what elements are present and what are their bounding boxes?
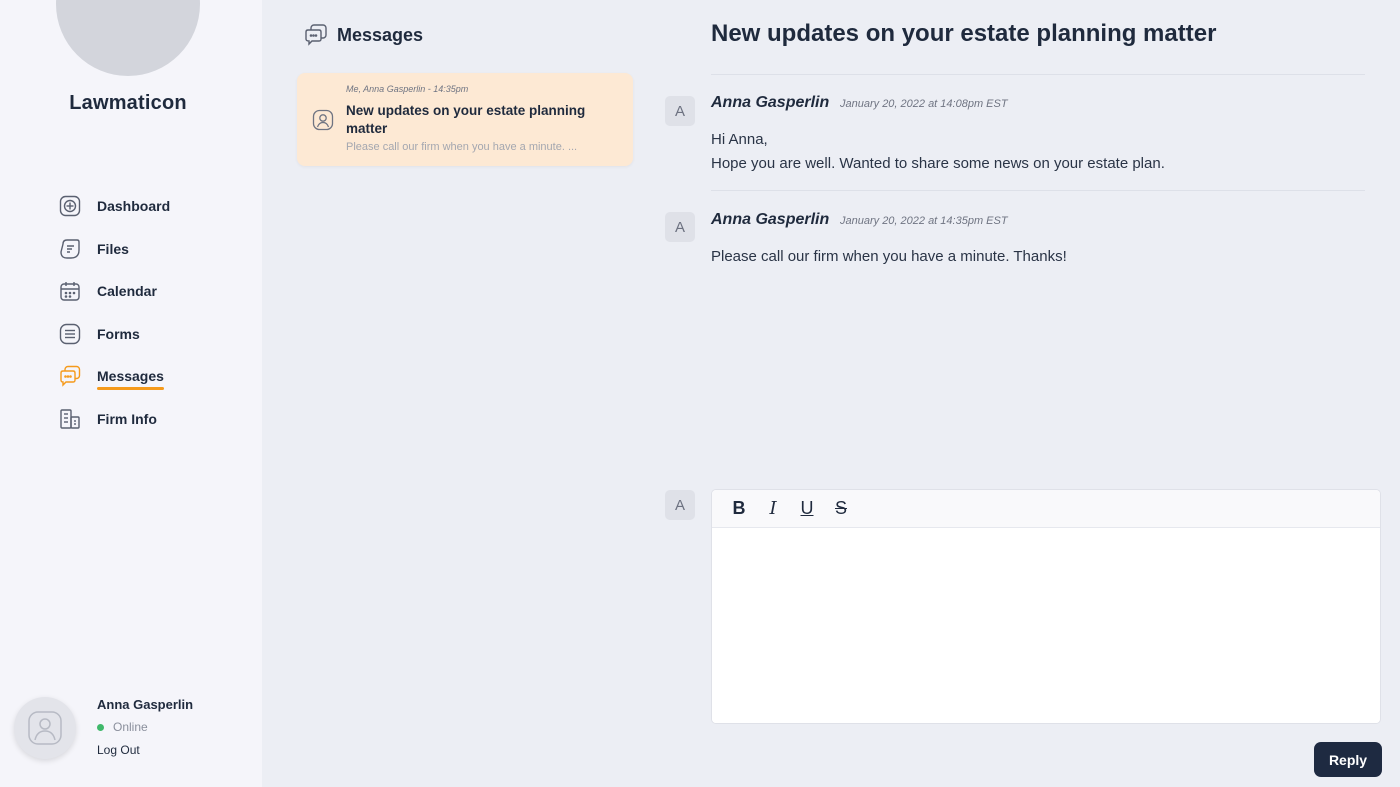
bold-button[interactable]: B xyxy=(722,494,756,524)
online-indicator xyxy=(97,723,104,731)
user-avatar-icon xyxy=(28,711,62,745)
message-timestamp: January 20, 2022 at 14:08pm EST xyxy=(840,98,1008,110)
firm-logo xyxy=(56,0,200,76)
brand-name: Lawmaticon xyxy=(69,92,187,114)
contact-icon xyxy=(312,109,334,131)
divider xyxy=(711,190,1365,191)
italic-button[interactable]: I xyxy=(756,494,790,524)
sidebar-item-dashboard[interactable]: Dashboard xyxy=(58,185,170,228)
thread-meta: Me, Anna Gasperlin - 14:35pm xyxy=(346,84,469,94)
messages-list-title: Messages xyxy=(337,24,424,45)
files-icon xyxy=(58,237,81,260)
sidebar-item-files[interactable]: Files xyxy=(58,228,170,271)
avatar[interactable] xyxy=(14,697,76,759)
editor-toolbar: B I U S xyxy=(712,490,1380,528)
sidebar: Lawmaticon Dashboard Files Calendar Form… xyxy=(0,0,262,787)
messages-icon xyxy=(58,365,81,388)
dashboard-icon xyxy=(58,195,81,218)
thread-preview: Please call our firm when you have a min… xyxy=(346,141,578,153)
message-author: Anna Gasperlin xyxy=(711,211,830,228)
message-line: Please call our firm when you have a min… xyxy=(711,248,1067,265)
thread-subject: New updates on your estate planning matt… xyxy=(346,103,586,136)
sidebar-item-calendar[interactable]: Calendar xyxy=(58,270,170,313)
user-profile: Anna Gasperlin Online Log Out xyxy=(14,697,254,767)
underline-button[interactable]: U xyxy=(790,494,824,524)
message-timestamp: January 20, 2022 at 14:35pm EST xyxy=(840,215,1008,227)
message-line: Hope you are well. Wanted to share some … xyxy=(711,155,1165,172)
sidebar-item-forms[interactable]: Forms xyxy=(58,313,170,356)
sidebar-item-label: Dashboard xyxy=(97,198,171,215)
strikethrough-button[interactable]: S xyxy=(824,494,858,524)
logout-link[interactable]: Log Out xyxy=(97,743,140,757)
chat-icon xyxy=(304,23,328,47)
message-avatar: A xyxy=(665,96,695,126)
conversation-title: New updates on your estate planning matt… xyxy=(711,20,1217,47)
status-label: Online xyxy=(113,720,148,734)
composer-avatar: A xyxy=(665,490,695,520)
user-status: Online xyxy=(97,720,148,734)
message-line: Hi Anna, xyxy=(711,131,768,148)
sidebar-item-label: Messages xyxy=(97,368,164,391)
message-author: Anna Gasperlin xyxy=(711,94,830,111)
sidebar-item-firm-info[interactable]: Firm Info xyxy=(58,398,170,441)
forms-icon xyxy=(58,322,81,345)
divider xyxy=(711,74,1365,75)
firm-info-icon xyxy=(58,407,81,430)
calendar-icon xyxy=(58,280,81,303)
thread-list-item[interactable]: Me, Anna Gasperlin - 14:35pm New updates… xyxy=(297,73,633,166)
sidebar-item-label: Firm Info xyxy=(97,410,157,427)
sidebar-nav: Dashboard Files Calendar Forms Messages xyxy=(58,185,170,440)
user-name: Anna Gasperlin xyxy=(97,697,194,712)
sidebar-item-label: Calendar xyxy=(97,283,157,300)
reply-editor: B I U S xyxy=(711,489,1381,724)
message-avatar: A xyxy=(665,212,695,242)
sidebar-item-label: Forms xyxy=(97,325,140,342)
messages-list-header: Messages xyxy=(304,23,423,47)
reply-input[interactable] xyxy=(712,528,1380,723)
sidebar-item-messages[interactable]: Messages xyxy=(58,355,170,398)
sidebar-item-label: Files xyxy=(97,240,129,257)
reply-button[interactable]: Reply xyxy=(1314,742,1382,777)
